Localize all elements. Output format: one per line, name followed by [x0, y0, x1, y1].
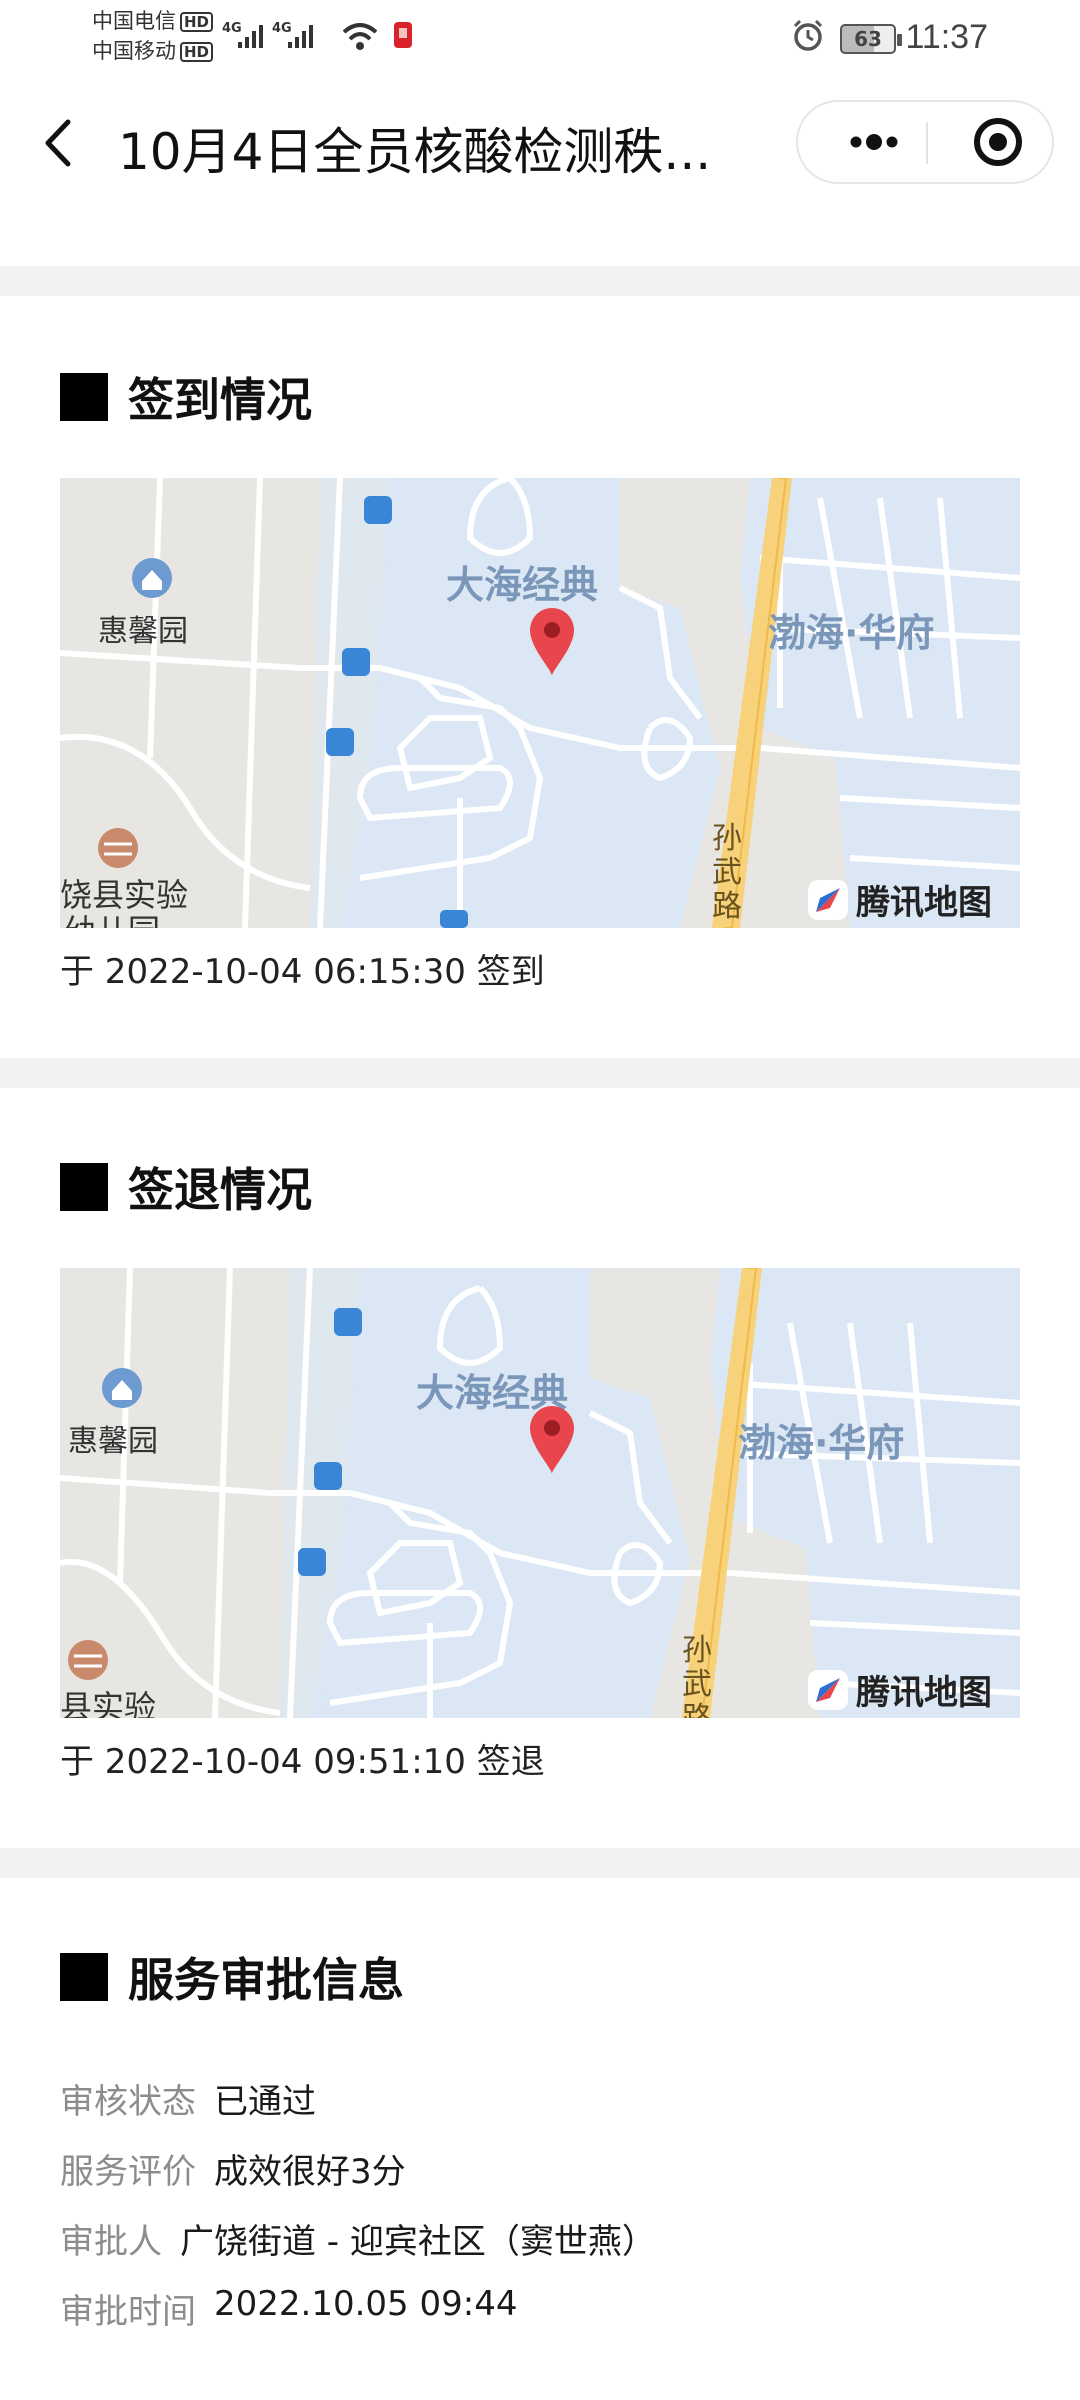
capsule-divider — [926, 122, 928, 164]
clock: 11:37 — [905, 18, 988, 56]
section-divider — [0, 1848, 1080, 1878]
map-logo: 腾讯地图 — [806, 875, 992, 924]
info-row-approver: 审批人 广饶街道 - 迎宾社区（窦世燕） — [60, 2214, 656, 2263]
info-key: 审批时间 — [60, 2292, 196, 2332]
title-square-icon — [60, 1953, 108, 2001]
map-label-east: 渤海·华府 — [768, 611, 935, 655]
map-logo: 腾讯地图 — [806, 1665, 992, 1714]
tencent-map-icon — [808, 879, 848, 920]
info-row-approval-time: 审批时间 2022.10.05 09:44 — [60, 2284, 517, 2333]
info-key: 审批人 — [60, 2222, 162, 2262]
approval-section-title: 服务审批信息 — [60, 1944, 404, 2010]
section-divider — [0, 1058, 1080, 1088]
signout-map[interactable]: 大海经典 渤海·华府 惠馨园 县实验 孙武路 腾讯地图 — [60, 1268, 1020, 1718]
map-label-school: 县实验 — [60, 1688, 157, 1718]
section-divider — [0, 266, 1080, 296]
signin-map[interactable]: 大海经典 渤海·华府 惠馨园 饶县实验 幼儿园 孙武路 腾讯地图 — [60, 478, 1020, 928]
page-title: 10月4日全员核酸检测秩... — [118, 123, 712, 181]
target-icon[interactable] — [948, 102, 1048, 182]
nav-bar: 10月4日全员核酸检测秩... — [0, 78, 1080, 208]
wifi-icon — [342, 23, 378, 50]
info-value: 已通过 — [214, 2082, 316, 2122]
signout-section-title: 签退情况 — [60, 1154, 312, 1220]
map-label-school-b: 幼儿园 — [64, 906, 160, 928]
signout-time: 于 2022-10-04 09:51:10 签退 — [60, 1742, 545, 1782]
info-key: 服务评价 — [60, 2152, 196, 2192]
map-label-community: 大海经典 — [416, 1371, 569, 1415]
info-row-rating: 服务评价 成效很好3分 — [60, 2144, 406, 2193]
tencent-map-icon — [808, 1669, 848, 1710]
signin-time: 于 2022-10-04 06:15:30 签到 — [60, 952, 545, 992]
map-label-community: 大海经典 — [446, 563, 599, 607]
signal-icon: 4G 4G — [222, 21, 313, 48]
title-square-icon — [60, 373, 108, 421]
alarm-icon — [793, 19, 823, 51]
info-row-status: 审核状态 已通过 — [60, 2074, 316, 2123]
title-square-icon — [60, 1163, 108, 1211]
map-label-west: 惠馨园 — [68, 1424, 158, 1459]
info-key: 审核状态 — [60, 2082, 196, 2122]
info-value: 成效很好3分 — [214, 2152, 406, 2192]
info-value: 2022.10.05 09:44 — [214, 2284, 518, 2324]
map-label-west: 惠馨园 — [98, 614, 188, 649]
signin-section-title: 签到情况 — [60, 364, 312, 430]
app-notification-icon — [394, 22, 412, 48]
map-label-road: 孙武路 — [712, 821, 742, 924]
status-bar: 中国电信 HD 中国移动 HD 4G 4G 63 11:37 — [0, 0, 1080, 78]
mini-program-capsule — [796, 100, 1054, 184]
carrier-2: 中国移动 HD — [92, 38, 214, 64]
info-value: 广饶街道 - 迎宾社区（窦世燕） — [180, 2222, 656, 2262]
map-label-east: 渤海·华府 — [738, 1421, 905, 1465]
map-label-road: 孙武路 — [682, 1633, 712, 1719]
carrier-1: 中国电信 HD — [92, 8, 214, 34]
battery-indicator: 63 — [840, 24, 902, 54]
more-dots-icon[interactable] — [824, 102, 924, 182]
svg-text:4G: 4G — [272, 21, 292, 36]
svg-text:4G: 4G — [222, 21, 242, 36]
back-arrow-icon[interactable] — [38, 116, 82, 170]
